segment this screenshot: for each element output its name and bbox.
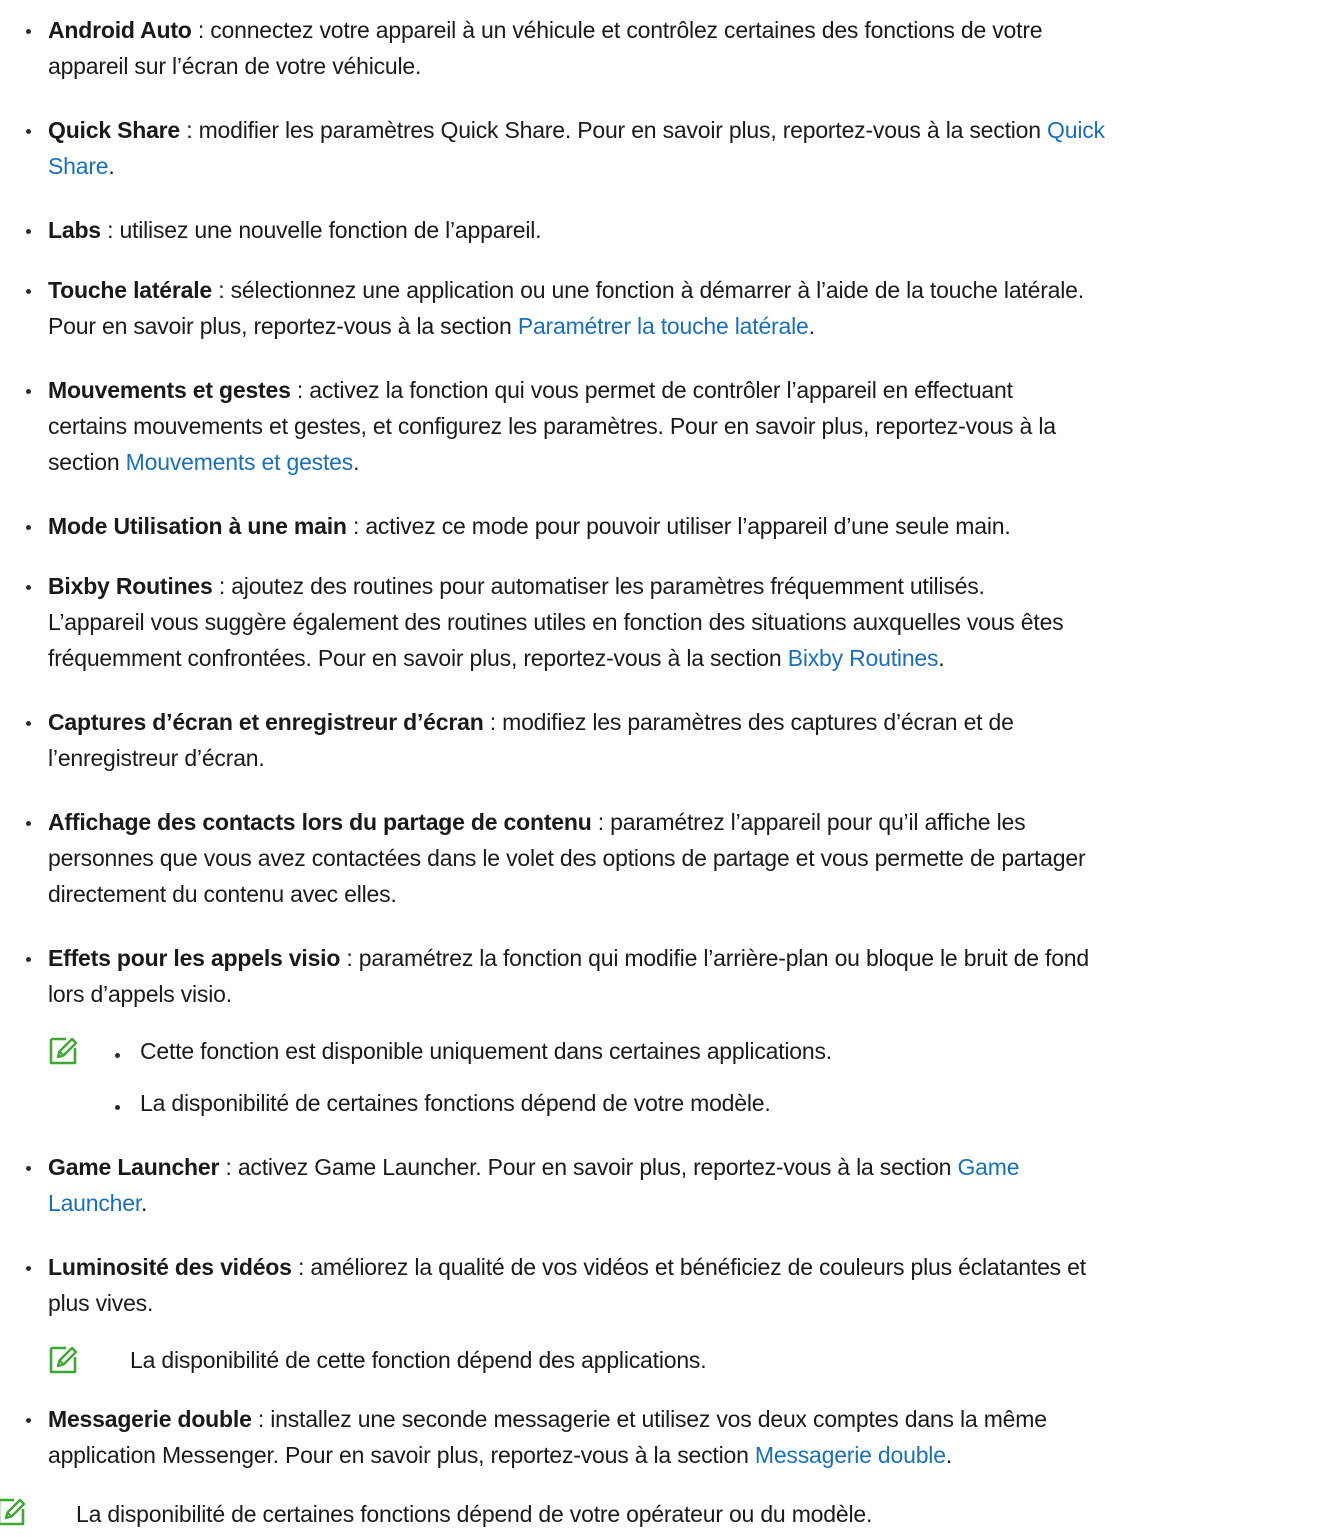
bullet-icon <box>26 289 31 294</box>
description-text: directement du contenu avec elles. <box>48 881 397 907</box>
description-text: plus vives. <box>48 1290 154 1316</box>
bullet-icon <box>26 1266 31 1271</box>
term-label: Affichage des contacts lors du partage d… <box>48 809 592 835</box>
link-messagerie-double[interactable]: Messagerie double <box>755 1442 946 1468</box>
note-text: Cette fonction est disponible uniquement… <box>140 1038 832 1064</box>
description-text: : activez Game Launcher. Pour en savoir … <box>219 1154 958 1180</box>
bullet-icon <box>26 229 31 234</box>
bullet-icon <box>26 1166 31 1171</box>
description-text: appareil sur l’écran de votre véhicule. <box>48 53 422 79</box>
description-text: : ajoutez des routines pour automatiser … <box>212 573 985 599</box>
link-game-launcher[interactable]: Launcher <box>48 1190 141 1216</box>
description-text: l’enregistreur d’écran. <box>48 745 265 771</box>
note-pencil-icon <box>48 1345 78 1375</box>
bullet-icon <box>26 957 31 962</box>
term-label: Touche latérale <box>48 277 213 303</box>
term-label: Quick Share <box>48 117 181 143</box>
term-label: Bixby Routines <box>48 573 213 599</box>
footer-note-text: La disponibilité de certaines fonctions … <box>76 1501 873 1527</box>
description-text: personnes que vous avez contactées dans … <box>48 845 1086 871</box>
link-game-launcher[interactable]: Game <box>957 1154 1019 1180</box>
note-text: La disponibilité de cette fonction dépen… <box>130 1347 707 1373</box>
term-label: Labs <box>48 217 101 243</box>
bullet-icon <box>26 721 31 726</box>
description-text: section <box>48 449 126 475</box>
description-text: . <box>938 645 945 671</box>
term-label: Game Launcher <box>48 1154 220 1180</box>
bullet-icon <box>115 1105 120 1110</box>
description-text: : utilisez une nouvelle fonction de l’ap… <box>100 217 542 243</box>
link-mouvements-gestes[interactable]: Mouvements et gestes <box>126 449 354 475</box>
description-text: : paramétrez l’appareil pour qu’il affic… <box>591 809 1026 835</box>
bullet-icon <box>26 29 31 34</box>
bullet-icon <box>26 1418 31 1423</box>
link-bixby-routines[interactable]: Bixby Routines <box>788 645 939 671</box>
description-text: . <box>353 449 360 475</box>
term-label: Luminosité des vidéos <box>48 1254 292 1280</box>
link-quick-share[interactable]: Share <box>48 153 109 179</box>
description-text: fréquemment confrontées. Pour en savoir … <box>48 645 788 671</box>
link-parametrer-touche-laterale[interactable]: Paramétrer la touche latérale <box>518 313 809 339</box>
term-label: Mouvements et gestes <box>48 377 291 403</box>
description-text: : activez ce mode pour pouvoir utiliser … <box>346 513 1011 539</box>
description-text: : sélectionnez une application ou une fo… <box>212 277 1084 303</box>
description-text: : paramétrez la fonction qui modifie l’a… <box>340 945 1089 971</box>
description-text: : modifiez les paramètres des captures d… <box>483 709 1014 735</box>
description-text: certains mouvements et gestes, et config… <box>48 413 1056 439</box>
term-label: Effets pour les appels visio <box>48 945 341 971</box>
link-quick-share[interactable]: Quick <box>1047 117 1105 143</box>
note-pencil-icon <box>48 1036 78 1066</box>
bullet-icon <box>26 389 31 394</box>
document-page: Android Auto : connectez votre appareil … <box>0 0 1332 1537</box>
bullet-icon <box>26 129 31 134</box>
description-text: . <box>808 313 815 339</box>
term-label: Android Auto <box>48 17 192 43</box>
bullet-icon <box>26 821 31 826</box>
term-label: Mode Utilisation à une main <box>48 513 347 539</box>
description-text: . <box>108 153 115 179</box>
description-text: L’appareil vous suggère également des ro… <box>48 609 1064 635</box>
description-text: Pour en savoir plus, reportez-vous à la … <box>48 313 518 339</box>
description-text: : activez la fonction qui vous permet de… <box>290 377 1013 403</box>
term-label: Messagerie double <box>48 1406 252 1432</box>
description-text: : installez une seconde messagerie et ut… <box>251 1406 1047 1432</box>
bullet-icon <box>26 585 31 590</box>
term-label: Captures d’écran et enregistreur d’écran <box>48 709 484 735</box>
note-text: La disponibilité de certaines fonctions … <box>140 1090 771 1116</box>
description-text: . <box>141 1190 148 1216</box>
description-text: application Messenger. Pour en savoir pl… <box>48 1442 755 1468</box>
bullet-icon <box>26 525 31 530</box>
note-pencil-icon <box>0 1497 26 1527</box>
description-text: : améliorez la qualité de vos vidéos et … <box>291 1254 1086 1280</box>
description-text: . <box>945 1442 953 1468</box>
description-text: lors d’appels visio. <box>48 981 232 1007</box>
bullet-icon <box>115 1053 120 1058</box>
description-text: : connectez votre appareil à un véhicule… <box>191 17 1043 43</box>
description-text: : modifier les paramètres Quick Share. P… <box>180 117 1048 143</box>
